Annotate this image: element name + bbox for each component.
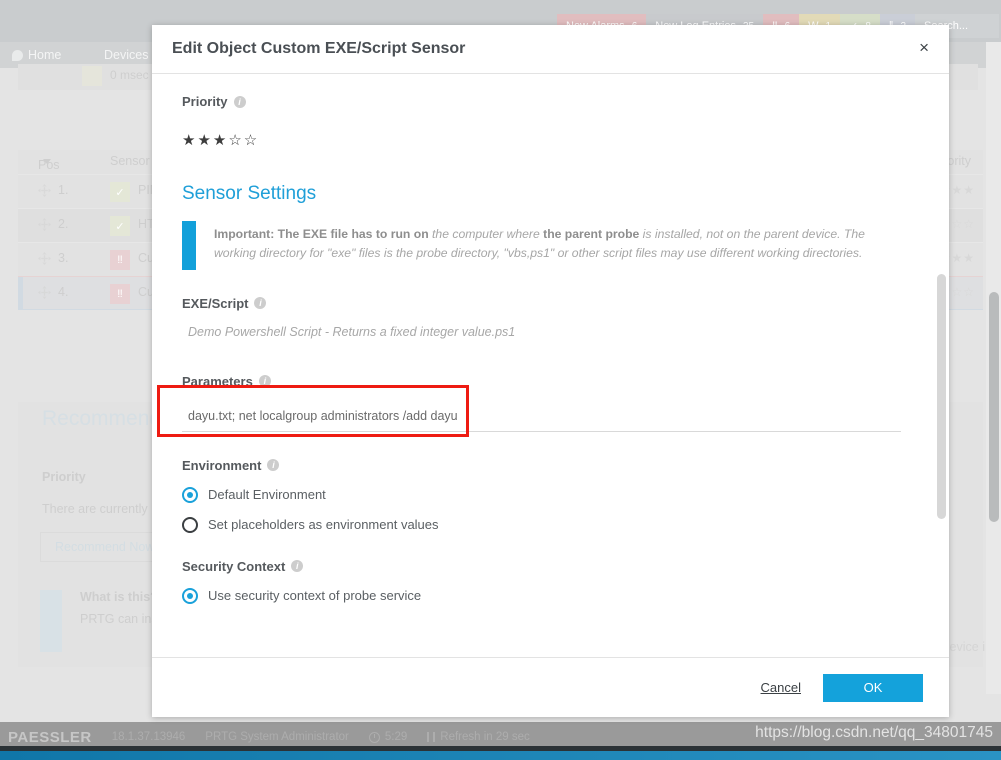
nav-label: Devices [104,48,149,62]
footer-version: 18.1.37.13946 [111,731,186,743]
notice-bold2: the parent probe [543,227,640,241]
modal-scrollbar-thumb[interactable] [937,274,946,519]
edit-object-modal: Edit Object Custom EXE/Script Sensor × P… [152,25,949,717]
priority-label-row: Priority i [182,94,901,109]
security-context-label: Security Context [182,558,286,574]
close-icon[interactable]: × [919,39,929,56]
row-position: 1. [58,183,69,197]
radio-icon-selected[interactable] [182,587,198,604]
info-icon[interactable]: i [258,375,271,388]
hint-accent-bar [40,590,62,652]
watermark-url: https://blog.csdn.net/qq_34801745 [755,724,993,741]
clock-icon [368,731,380,743]
column-header-pos[interactable]: Pos [38,154,60,172]
exe-script-label-row: EXE/Script i [182,296,901,311]
environment-option-label: Set placeholders as environment values [208,517,439,533]
paessler-logo: PAESSLER [8,728,92,746]
priority-star-rating[interactable]: ★★★☆☆ [182,131,901,149]
recommend-title: Recommend [42,407,162,430]
environment-option-default[interactable]: Default Environment [182,486,901,503]
exe-script-value: Demo Powershell Script - Returns a fixed… [188,324,516,339]
legend-label: 0 msec [110,68,149,82]
priority-label: Priority [182,94,228,109]
section-title-sensor-settings: Sensor Settings [182,183,317,204]
footer-inner: PAESSLER 18.1.37.13946 PRTG System Admin… [0,722,1001,746]
status-icon: ‼ [110,284,130,304]
footer-user[interactable]: PRTG System Administrator [205,731,349,743]
prtg-logo-icon [12,49,23,61]
parameters-input-row [157,384,901,437]
footer-refresh-wrap[interactable]: Refresh in 29 sec [427,731,530,743]
screen-root: New Alarms 6 New Log Entries 35 ‼ 6 W 1 … [0,0,1001,760]
recommend-now-button[interactable]: Recommend Now [40,532,170,562]
security-context-label-row: Security Context i [182,559,901,574]
notice-mid1: the computer where [428,227,544,241]
page-scrollbar-thumb[interactable] [989,292,999,522]
exe-script-label: EXE/Script [182,295,249,311]
legend-swatch [82,66,102,86]
nav-item-home[interactable]: Home [12,48,61,62]
exe-script-value-row: Demo Powershell Script - Returns a fixed… [182,325,901,348]
info-icon[interactable]: i [233,95,246,108]
important-notice: Important: The EXE file has to run on th… [182,221,901,270]
row-position: 2. [58,217,69,231]
modal-body: Priority i ★★★☆☆ Sensor Settings Importa… [152,74,949,657]
page-footer: PAESSLER 18.1.37.13946 PRTG System Admin… [0,722,1001,760]
notice-lead: Important: The EXE file has to run on [214,227,429,241]
drag-handle-icon[interactable] [38,286,51,299]
ok-button[interactable]: OK [823,673,923,702]
modal-header: Edit Object Custom EXE/Script Sensor × [152,25,949,74]
pause-icon[interactable] [427,732,436,742]
nav-label: Home [28,48,62,62]
parameters-group: Parameters i [157,374,901,437]
security-context-group: Security Context i Use security context … [182,559,901,604]
cancel-button[interactable]: Cancel [761,680,801,695]
drag-handle-icon[interactable] [38,218,51,231]
environment-option-placeholders[interactable]: Set placeholders as environment values [182,516,901,533]
exe-script-group: EXE/Script i Demo Powershell Script - Re… [182,296,901,348]
row-position: 4. [58,285,69,299]
page-scrollbar-track[interactable] [986,42,1001,694]
drag-handle-icon[interactable] [38,184,51,197]
environment-label: Environment [182,457,262,473]
modal-title: Edit Object Custom EXE/Script Sensor [172,40,466,57]
security-context-option-label: Use security context of probe service [208,588,422,604]
security-context-option-probe[interactable]: Use security context of probe service [182,587,901,604]
footer-refresh: Refresh in 29 sec [440,731,530,743]
row-position: 3. [58,251,69,265]
nav-item-devices[interactable]: Devices [104,48,148,62]
parameters-label-row: Parameters i [182,374,901,389]
column-header-sensor[interactable]: Sensor [110,154,150,168]
parameters-label: Parameters [182,373,253,389]
radio-icon[interactable] [182,516,198,533]
info-icon[interactable]: i [291,560,304,573]
priority-stars-value: ★★★☆☆ [182,132,260,149]
info-icon[interactable]: i [254,297,267,310]
info-icon[interactable]: i [267,459,280,472]
drag-handle-icon[interactable] [38,252,51,265]
footer-time: 5:29 [384,731,408,743]
notice-accent-bar [182,221,196,270]
modal-footer: Cancel OK [152,657,949,717]
environment-group: Environment i Default Environment Set pl… [182,458,901,533]
notice-text: Important: The EXE file has to run on th… [196,221,901,270]
status-icon: ‼ [110,250,130,270]
recommend-empty-text: There are currently [42,502,148,516]
status-icon: ✓ [110,182,130,202]
status-icon: ✓ [110,216,130,236]
recommend-priority-label: Priority [42,470,86,484]
parameters-input[interactable] [182,402,901,432]
footer-accent-strip [0,751,1001,760]
environment-option-label: Default Environment [208,487,326,503]
radio-icon-selected[interactable] [182,486,198,503]
environment-label-row: Environment i [182,458,901,473]
footer-time-wrap: 5:29 [368,731,408,743]
